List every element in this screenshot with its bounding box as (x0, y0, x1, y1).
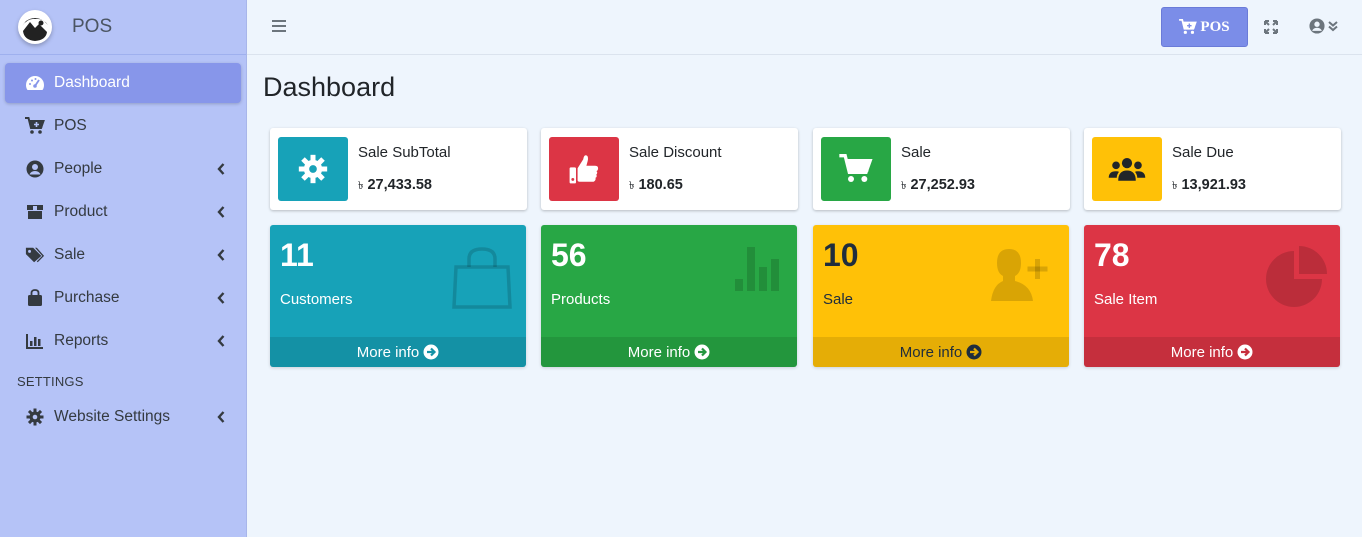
sidebar-item-reports[interactable]: Reports (5, 321, 241, 361)
sidebar-item-label: Website Settings (54, 408, 171, 425)
users-icon (1092, 137, 1162, 201)
user-circle-icon (25, 159, 45, 179)
small-box-sale-item: 78 Sale Item More info (1084, 225, 1340, 367)
small-box-customers: 11 Customers More info (270, 225, 526, 367)
more-info-link[interactable]: More info (270, 337, 526, 367)
small-box-number: 78 (1094, 237, 1130, 273)
cart-plus-icon (25, 116, 45, 136)
tachometer-icon (25, 73, 45, 93)
arrow-circle-right-icon (694, 344, 710, 360)
user-circle-icon (1309, 18, 1325, 34)
pos-button-label: POS (1200, 18, 1230, 35)
sidebar-item-label: POS (54, 117, 87, 134)
small-box-label: Sale (823, 291, 854, 308)
small-box-label: Customers (280, 291, 353, 308)
info-box-sale-discount: Sale Discount ৳ 180.65 (541, 128, 798, 210)
brand-title: POS (72, 16, 113, 37)
brand-logo (18, 10, 52, 44)
fullscreen-icon[interactable] (1263, 19, 1279, 40)
more-info-link[interactable]: More info (1084, 337, 1340, 367)
sidebar-nav: Dashboard POS People Product Sale Purcha… (0, 55, 246, 448)
arrow-circle-right-icon (1237, 344, 1253, 360)
info-box-label: Sale Due (1172, 144, 1234, 161)
info-box-sale-subtotal: Sale SubTotal ৳ 27,433.58 (270, 128, 527, 210)
chevron-left-icon (217, 248, 225, 266)
info-box-number: 27,433.58 (367, 177, 432, 193)
sidebar-item-label: People (54, 160, 103, 177)
chevron-left-icon (217, 410, 225, 428)
currency-symbol: ৳ (629, 180, 635, 192)
more-info-label: More info (627, 343, 691, 361)
sidebar-item-label: Purchase (54, 289, 120, 306)
more-info-label: More info (356, 343, 420, 361)
info-box-number: 13,921.93 (1181, 177, 1246, 193)
user-menu[interactable] (1309, 18, 1339, 34)
sidebar-item-dashboard[interactable]: Dashboard (5, 63, 241, 103)
chevron-double-down-icon (1328, 21, 1338, 32)
info-box-value: ৳ 13,921.93 (1172, 177, 1246, 196)
info-box-number: 27,252.93 (910, 177, 975, 193)
brand-link[interactable]: POS (0, 0, 246, 55)
currency-symbol: ৳ (358, 180, 364, 192)
small-box-products: 56 Products More info (541, 225, 797, 367)
sidebar-item-purchase[interactable]: Purchase (5, 278, 241, 318)
currency-symbol: ৳ (1172, 180, 1178, 192)
sidebar-item-label: Dashboard (54, 74, 130, 91)
pie-graph-icon (1264, 245, 1328, 314)
small-box-label: Sale Item (1094, 291, 1158, 308)
info-box-label: Sale SubTotal (358, 144, 451, 161)
sidebar-item-people[interactable]: People (5, 149, 241, 189)
small-box-number: 56 (551, 237, 587, 273)
sidebar-item-label: Sale (54, 246, 86, 263)
shopping-bag-icon (25, 288, 45, 308)
info-box-label: Sale Discount (629, 144, 722, 161)
sidebar-item-sale[interactable]: Sale (5, 235, 241, 275)
thumbs-up-icon (549, 137, 619, 201)
small-box-number: 10 (823, 237, 859, 273)
small-box-sale: 10 Sale More info (813, 225, 1069, 367)
small-box-number: 11 (280, 237, 314, 273)
more-info-link[interactable]: More info (813, 337, 1069, 367)
arrow-circle-right-icon (423, 344, 439, 360)
box-icon (25, 202, 45, 222)
more-info-link[interactable]: More info (541, 337, 797, 367)
cart-icon (821, 137, 891, 201)
person-add-icon (991, 245, 1057, 308)
gear-icon (278, 137, 348, 201)
more-info-label: More info (1170, 343, 1234, 361)
chevron-left-icon (217, 334, 225, 352)
sidebar-item-product[interactable]: Product (5, 192, 241, 232)
topbar: POS (247, 0, 1362, 55)
info-box-value: ৳ 180.65 (629, 177, 683, 196)
sidebar-item-label: Product (54, 203, 108, 220)
more-info-label: More info (899, 343, 963, 361)
sidebar-item-pos[interactable]: POS (5, 106, 241, 146)
sidebar-item-label: Reports (54, 332, 109, 349)
info-box-sale: Sale ৳ 27,252.93 (813, 128, 1070, 210)
sidebar-item-website-settings[interactable]: Website Settings (5, 397, 241, 437)
info-box-value: ৳ 27,252.93 (901, 177, 975, 196)
chart-bar-icon (25, 331, 45, 351)
pos-button[interactable]: POS (1161, 7, 1248, 47)
chevron-left-icon (217, 205, 225, 223)
cart-plus-icon (1179, 19, 1198, 34)
info-box-number: 180.65 (638, 177, 683, 193)
chevron-left-icon (217, 291, 225, 309)
currency-symbol: ৳ (901, 180, 907, 192)
sidebar: POS Dashboard POS People Product Sale Pu… (0, 0, 247, 537)
chevron-left-icon (217, 162, 225, 180)
info-box-label: Sale (901, 144, 932, 161)
nav-section-header: SETTINGS (17, 374, 84, 389)
info-box-value: ৳ 27,433.58 (358, 177, 432, 196)
info-box-sale-due: Sale Due ৳ 13,921.93 (1084, 128, 1341, 210)
tags-icon (25, 245, 45, 265)
arrow-circle-right-icon (966, 344, 982, 360)
gear-icon (25, 407, 45, 427)
page-title: Dashboard (263, 72, 396, 102)
menu-toggle-icon[interactable] (271, 19, 287, 38)
stats-bars-icon (733, 245, 785, 298)
small-box-label: Products (551, 291, 611, 308)
shopping-bag-icon (450, 245, 514, 316)
